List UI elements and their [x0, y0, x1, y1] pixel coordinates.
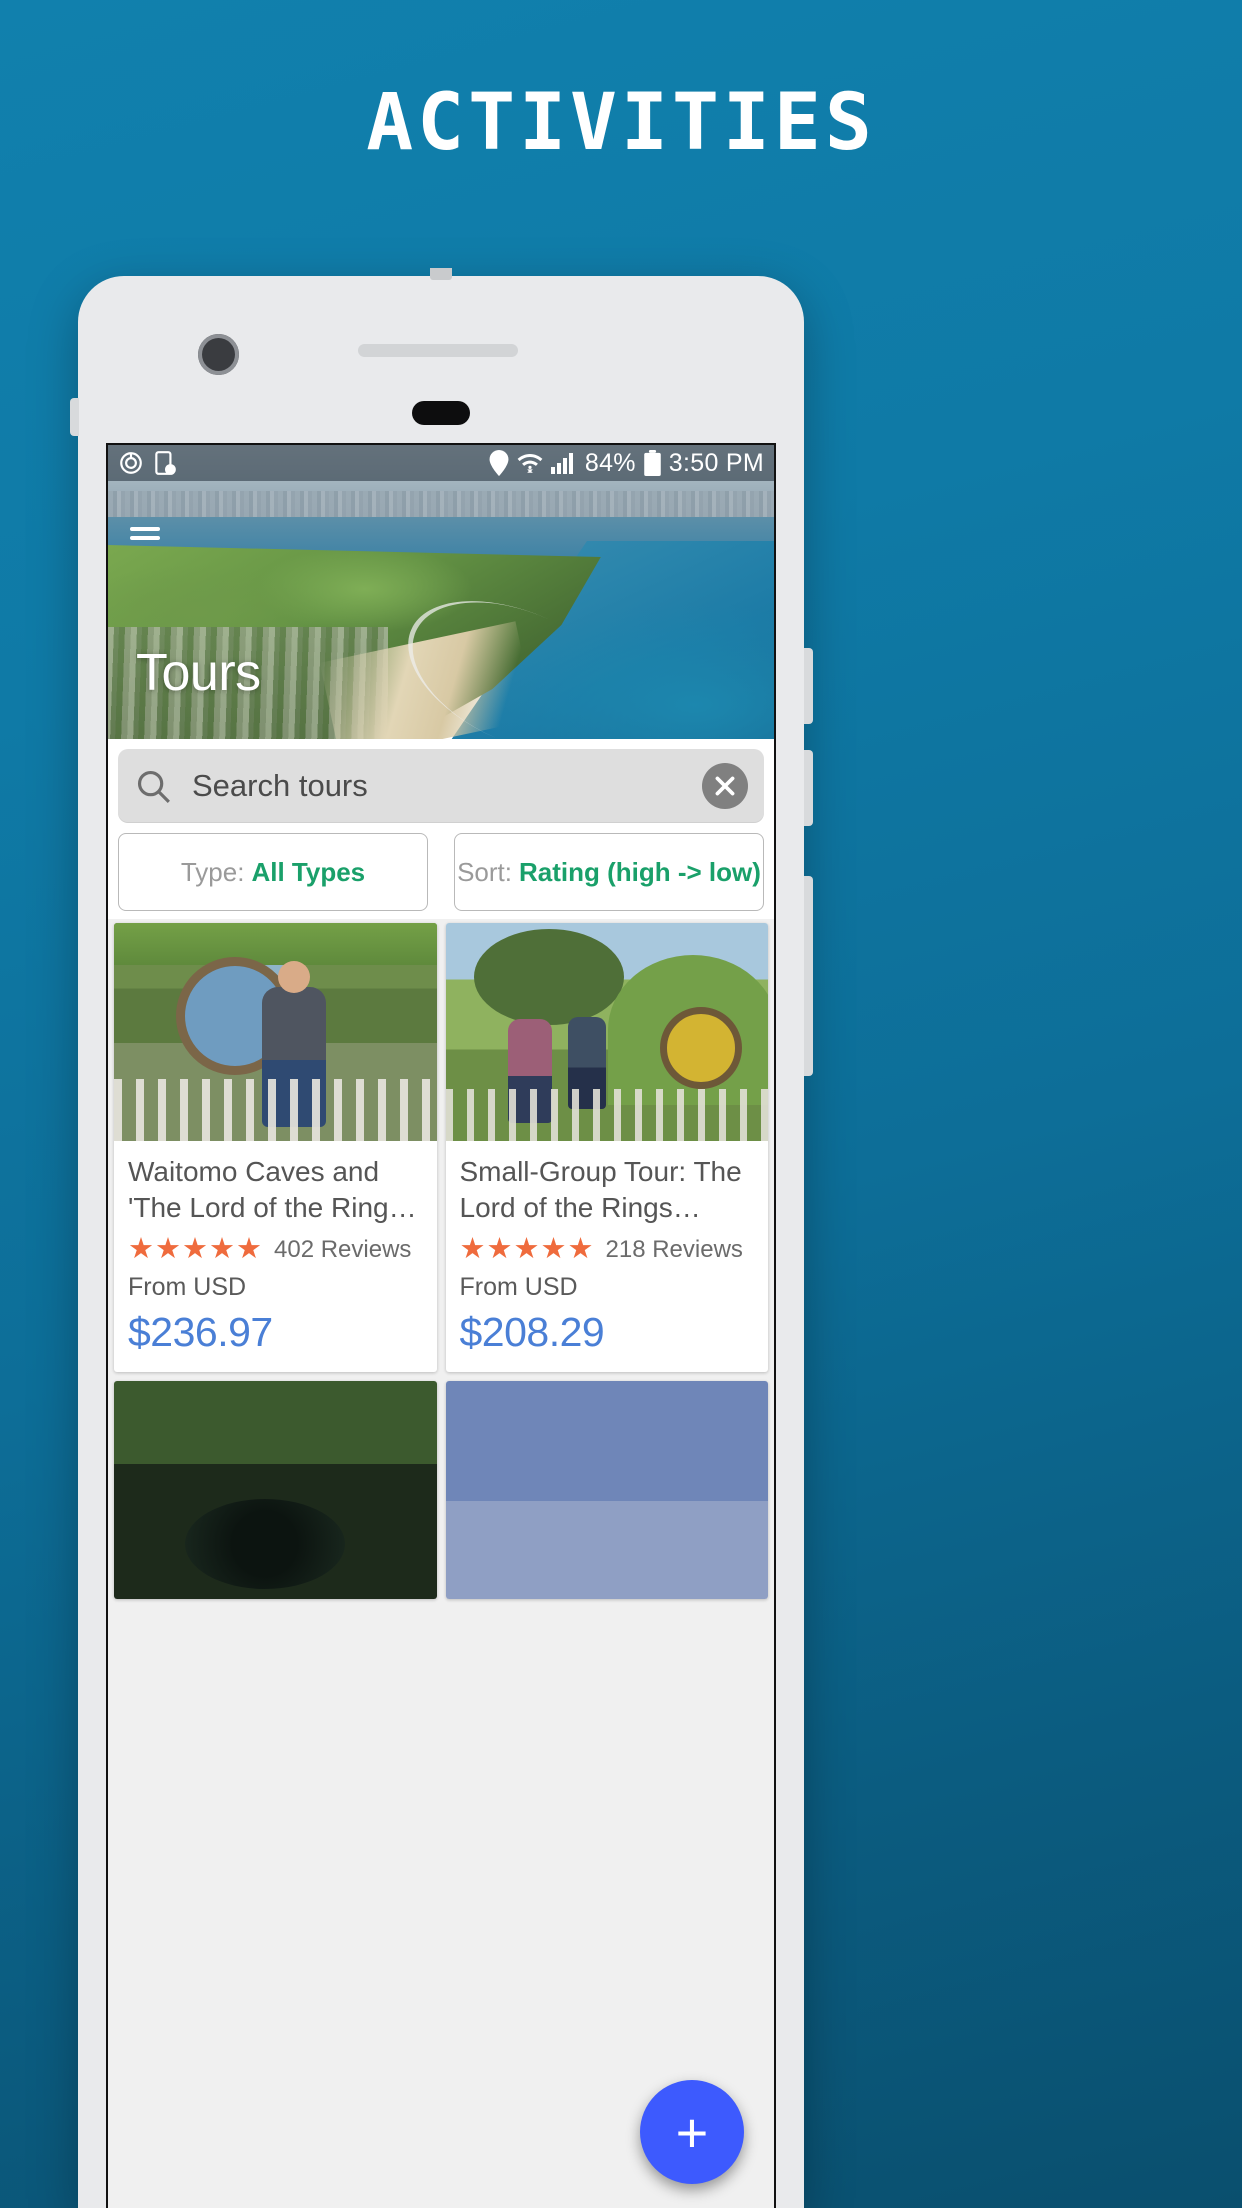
- review-count-label: 402 Reviews: [274, 1235, 412, 1263]
- wifi-icon: [517, 451, 543, 475]
- home-button[interactable]: [412, 401, 470, 425]
- filter-sort-label: Sort:: [457, 856, 512, 887]
- from-currency-label: From USD: [459, 1273, 578, 1301]
- filter-type-value: All Types: [251, 856, 366, 887]
- search-input[interactable]: Search tours: [118, 749, 764, 823]
- phone-mockup: Tours 84% 3:50 PM Search tours Type: All…: [70, 268, 813, 2208]
- tour-card-image: [114, 923, 437, 1141]
- earpiece-speaker: [358, 344, 518, 357]
- from-currency-label: From USD: [128, 1273, 247, 1301]
- filter-type-button[interactable]: Type: All Types: [118, 833, 428, 911]
- large-tree: [473, 929, 624, 1025]
- search-icon: [134, 767, 172, 805]
- tour-card-title: Small-Group Tour: The Lord of the Rings…: [459, 1156, 742, 1223]
- screen-timer-icon: [153, 450, 177, 476]
- tour-price: $208.29: [459, 1309, 605, 1355]
- battery-percent-label: 84%: [584, 448, 636, 477]
- phone-volume-up-button[interactable]: [804, 648, 813, 724]
- battery-icon: [644, 450, 661, 476]
- tour-card-rating: ★★★★★ 402 Reviews: [128, 1235, 423, 1264]
- filter-bar: Type: All Types Sort: Rating (high -> lo…: [108, 833, 774, 911]
- hobbit-hole-grass: [114, 923, 437, 965]
- tour-card-title: Waitomo Caves and 'The Lord of the Ring…: [128, 1156, 417, 1223]
- cellular-signal-icon: [550, 451, 577, 475]
- hero-skyline: [108, 491, 774, 517]
- phone-screen: Tours 84% 3:50 PM Search tours Type: All…: [106, 443, 776, 2208]
- review-count-label: 218 Reviews: [605, 1235, 743, 1263]
- power-sync-icon: [118, 450, 144, 476]
- add-tour-fab[interactable]: +: [640, 2080, 744, 2184]
- tour-card-image: [114, 1381, 437, 1599]
- clear-search-button[interactable]: [702, 763, 748, 809]
- status-bar-left: [118, 450, 177, 476]
- tour-card-body: Small-Group Tour: The Lord of the Rings……: [446, 1141, 769, 1372]
- clock-label: 3:50 PM: [668, 448, 764, 477]
- tour-card[interactable]: [445, 1381, 768, 1599]
- status-bar-right: 84% 3:50 PM: [489, 449, 764, 478]
- search-section: Search tours: [108, 739, 774, 829]
- tour-card[interactable]: [114, 1381, 437, 1599]
- filter-type-label: Type:: [180, 856, 245, 887]
- phone-top-notch: [430, 268, 452, 280]
- phone-left-button[interactable]: [70, 398, 79, 436]
- picket-fence: [114, 1079, 437, 1141]
- hero-image: Tours: [108, 445, 774, 739]
- tour-card-image: [445, 1381, 768, 1599]
- tour-card-image: [445, 923, 768, 1141]
- search-placeholder: Search tours: [192, 768, 368, 803]
- tour-card[interactable]: Small-Group Tour: The Lord of the Rings……: [445, 923, 769, 1372]
- tour-cards-grid: Waitomo Caves and 'The Lord of the Ring……: [108, 919, 774, 2208]
- front-camera-icon: [198, 334, 239, 375]
- tour-card[interactable]: Waitomo Caves and 'The Lord of the Ring……: [114, 923, 437, 1372]
- status-bar: 84% 3:50 PM: [108, 445, 774, 481]
- phone-volume-down-button[interactable]: [804, 750, 813, 826]
- tour-price: $236.97: [128, 1309, 273, 1355]
- filter-sort-button[interactable]: Sort: Rating (high -> low): [454, 833, 764, 911]
- picket-fence: [445, 1089, 768, 1141]
- filter-sort-value: Rating (high -> low): [519, 856, 761, 887]
- star-rating-icon: ★★★★★: [459, 1233, 595, 1265]
- page-title: Tours: [136, 644, 261, 702]
- hobbit-hole-door: [660, 1007, 742, 1089]
- tour-card-rating: ★★★★★ 218 Reviews: [460, 1235, 755, 1264]
- star-rating-icon: ★★★★★: [128, 1233, 263, 1265]
- plus-icon: +: [675, 2100, 709, 2164]
- hamburger-menu-icon[interactable]: [130, 527, 160, 531]
- location-pin-icon: [489, 450, 509, 476]
- phone-power-button[interactable]: [804, 876, 813, 1076]
- promo-headline: ACTIVITIES: [366, 78, 876, 168]
- tour-card-body: Waitomo Caves and 'The Lord of the Ring……: [114, 1141, 437, 1372]
